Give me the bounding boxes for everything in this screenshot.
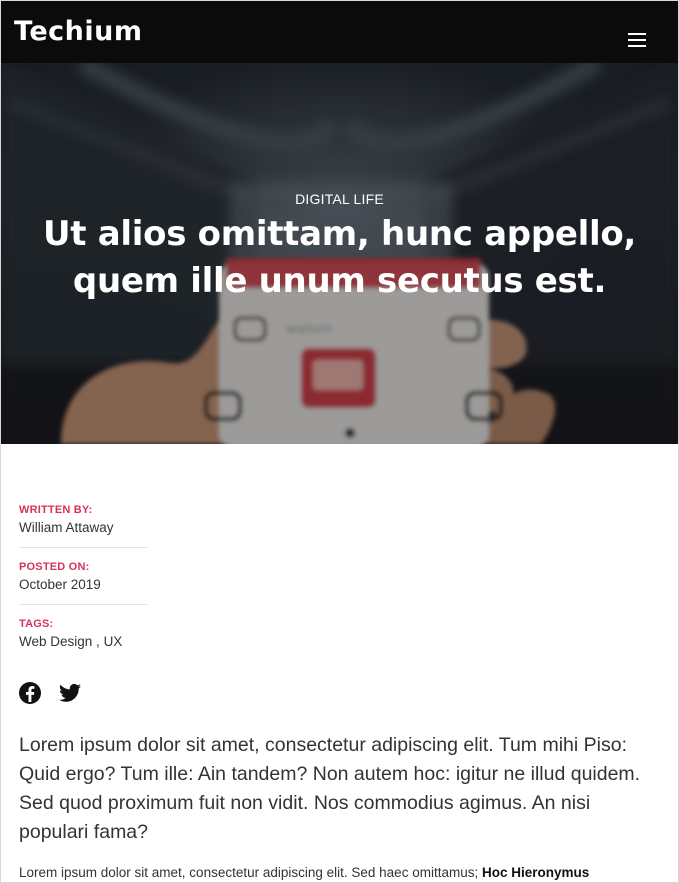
author-block: WRITTEN BY: William Attaway: [19, 503, 148, 548]
post-title: Ut alios omittam, hunc appello, quem ill…: [42, 214, 637, 301]
tag-link[interactable]: UX: [104, 634, 123, 649]
tags-block: TAGS: Web Design , UX: [19, 617, 148, 661]
author-name: William Attaway: [19, 520, 114, 535]
written-by-label: WRITTEN BY:: [19, 504, 93, 516]
menu-line: [628, 39, 646, 41]
tags-label: TAGS:: [19, 618, 54, 630]
tag-separator: ,: [92, 634, 104, 649]
menu-line: [628, 33, 646, 35]
facebook-icon[interactable]: [18, 681, 42, 705]
post-category[interactable]: DIGITAL LIFE: [1, 191, 678, 207]
menu-line: [628, 45, 646, 47]
post-date: October 2019: [19, 577, 101, 592]
posted-on-label: POSTED ON:: [19, 561, 90, 573]
tag-link[interactable]: Web Design: [19, 634, 92, 649]
site-header: Techium: [1, 1, 678, 63]
article-lead: Lorem ipsum dolor sit amet, consectetur …: [19, 734, 641, 843]
twitter-icon[interactable]: [58, 681, 82, 705]
paragraph-bold-text: Hoc Hieronymus: [481, 865, 590, 880]
article-paragraph: Lorem ipsum dolor sit amet, consectetur …: [19, 863, 664, 882]
post-meta: WRITTEN BY: William Attaway POSTED ON: O…: [19, 503, 148, 673]
site-logo[interactable]: Techium: [14, 18, 142, 45]
hamburger-menu-icon[interactable]: [628, 29, 648, 47]
tag-list: Web Design , UX: [19, 633, 148, 651]
social-share: [18, 681, 82, 705]
page-frame: Techium wallum DIGITAL LIFE Ut alios omi…: [0, 0, 679, 883]
paragraph-text: Lorem ipsum dolor sit amet, consectetur …: [19, 865, 482, 880]
date-block: POSTED ON: October 2019: [19, 560, 148, 605]
hero-banner: wallum DIGITAL LIFE Ut alios omittam, hu…: [1, 63, 678, 444]
